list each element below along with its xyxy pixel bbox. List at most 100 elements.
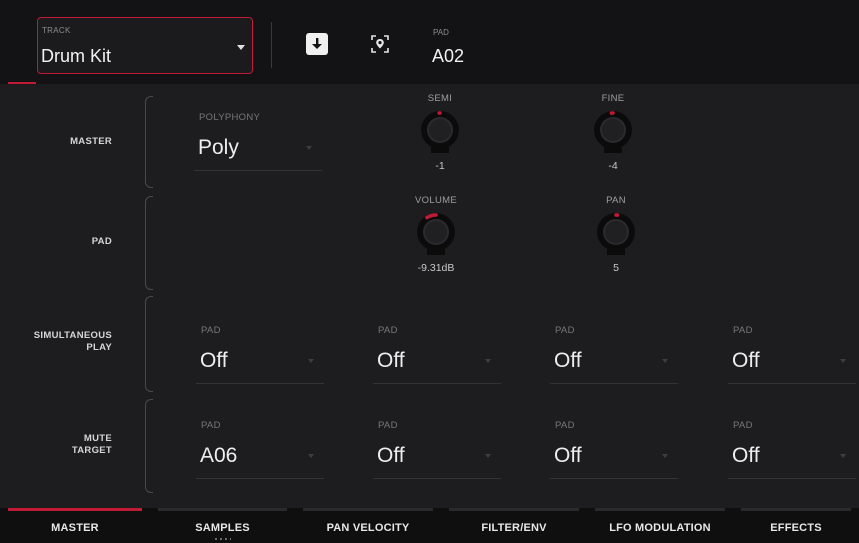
polyphony-value: Poly — [198, 136, 239, 159]
knob-face — [429, 119, 451, 141]
simultaneous-pad-select-3[interactable]: PAD Off — [550, 325, 678, 387]
tab-filter-env[interactable]: FILTER/ENV — [441, 508, 587, 543]
pad-label: PAD — [201, 325, 221, 336]
track-label: TRACK — [42, 26, 71, 35]
pad-value: Off — [200, 349, 228, 372]
fine-knob-group: FINE -4 — [573, 93, 653, 172]
tab-indicator — [449, 508, 579, 511]
mute-pad-select-3[interactable]: PAD Off — [550, 420, 678, 482]
semi-knob[interactable] — [418, 108, 462, 156]
pan-value: 5 — [613, 262, 619, 274]
field-underline — [196, 478, 324, 479]
row-bracket-simultaneous-play — [145, 296, 153, 392]
row-label-simultaneous-play: SIMULTANEOUS PLAY — [33, 330, 112, 353]
chevron-down-icon — [840, 359, 846, 363]
pad-label: PAD — [555, 420, 575, 431]
tab-samples[interactable]: SAMPLES — [150, 508, 295, 543]
semi-label: SEMI — [427, 93, 453, 104]
simultaneous-pad-select-4[interactable]: PAD Off — [728, 325, 856, 387]
tab-label: PAN VELOCITY — [326, 522, 410, 534]
row-label-mute-target: MUTE TARGET — [71, 433, 112, 456]
fine-value: -4 — [608, 160, 618, 172]
field-underline — [373, 383, 501, 384]
tab-label: EFFECTS — [770, 522, 822, 534]
mute-pad-select-4[interactable]: PAD Off — [728, 420, 856, 482]
chevron-down-icon — [840, 454, 846, 458]
fine-label: FINE — [601, 93, 625, 104]
knob-face — [602, 119, 624, 141]
field-underline — [550, 383, 678, 384]
chevron-down-icon — [308, 359, 314, 363]
mute-pad-select-2[interactable]: PAD Off — [373, 420, 501, 482]
chevron-down-icon — [485, 359, 491, 363]
pad-label: PAD — [378, 325, 398, 336]
tab-indicator — [595, 508, 725, 511]
chevron-down-icon — [485, 454, 491, 458]
volume-knob-group: VOLUME -9.31dB — [396, 195, 476, 274]
pad-label: PAD — [378, 420, 398, 431]
tab-master[interactable]: MASTER — [0, 508, 150, 543]
track-value: Drum Kit — [41, 46, 112, 66]
row-bracket-master — [145, 96, 153, 188]
pan-knob[interactable] — [594, 210, 638, 258]
volume-knob[interactable] — [414, 210, 458, 258]
header-divider — [271, 22, 272, 68]
tab-indicator — [303, 508, 433, 511]
header-accent — [8, 82, 36, 84]
bottom-tab-bar: MASTER SAMPLES PAN VELOCITY FILTER/ENV L… — [0, 508, 859, 543]
field-underline — [196, 383, 324, 384]
pad-header-label: PAD — [433, 28, 449, 37]
row-label-master: MASTER — [70, 136, 112, 147]
chevron-down-icon — [662, 359, 668, 363]
row-bracket-pad — [145, 196, 153, 290]
tab-indicator — [158, 508, 287, 511]
knob-foot — [427, 249, 445, 255]
simultaneous-pad-select-1[interactable]: PAD Off — [196, 325, 324, 387]
mute-pad-select-1[interactable]: PAD A06 — [196, 420, 324, 482]
fine-knob[interactable] — [591, 108, 635, 156]
tab-lfo-modulation[interactable]: LFO MODULATION — [587, 508, 733, 543]
pad-value: Off — [377, 349, 405, 372]
tab-pan-velocity[interactable]: PAN VELOCITY — [295, 508, 441, 543]
knob-foot — [604, 147, 622, 153]
tab-indicator — [8, 508, 142, 511]
field-underline — [550, 478, 678, 479]
polyphony-select[interactable]: POLYPHONY Poly — [194, 112, 322, 174]
knob-face — [605, 221, 627, 243]
row-label-pad: PAD — [91, 236, 112, 247]
pad-value: Off — [732, 444, 760, 467]
tab-indicator — [741, 508, 851, 511]
field-underline — [728, 383, 856, 384]
volume-value: -9.31dB — [417, 262, 455, 274]
field-underline — [194, 170, 322, 171]
semi-knob-group: SEMI -1 — [400, 93, 480, 172]
knob-foot — [607, 249, 625, 255]
pad-value: Off — [554, 444, 582, 467]
field-underline — [728, 478, 856, 479]
download-icon[interactable] — [306, 33, 328, 55]
chevron-down-icon — [237, 45, 245, 50]
polyphony-label: POLYPHONY — [199, 112, 261, 123]
header-bar: TRACK Drum Kit PAD A02 — [0, 0, 859, 84]
field-underline — [373, 478, 501, 479]
track-select[interactable]: TRACK Drum Kit — [37, 17, 253, 74]
locate-icon[interactable] — [369, 33, 391, 55]
tab-effects[interactable]: EFFECTS — [733, 508, 859, 543]
more-dots-icon — [214, 538, 231, 540]
tab-label: LFO MODULATION — [609, 522, 711, 534]
knob-foot — [431, 147, 449, 153]
pad-label: PAD — [555, 325, 575, 336]
pan-knob-group: PAN 5 — [576, 195, 656, 274]
chevron-down-icon — [308, 454, 314, 458]
pad-value: Off — [732, 349, 760, 372]
chevron-down-icon — [662, 454, 668, 458]
pad-value: A06 — [200, 444, 238, 467]
pan-label: PAN — [606, 195, 626, 206]
pad-header-value: A02 — [432, 46, 465, 66]
tab-label: SAMPLES — [195, 522, 250, 534]
pad-label: PAD — [733, 420, 753, 431]
tab-label: FILTER/ENV — [481, 522, 547, 534]
volume-label: VOLUME — [415, 195, 457, 206]
simultaneous-pad-select-2[interactable]: PAD Off — [373, 325, 501, 387]
chevron-down-icon — [306, 146, 312, 150]
